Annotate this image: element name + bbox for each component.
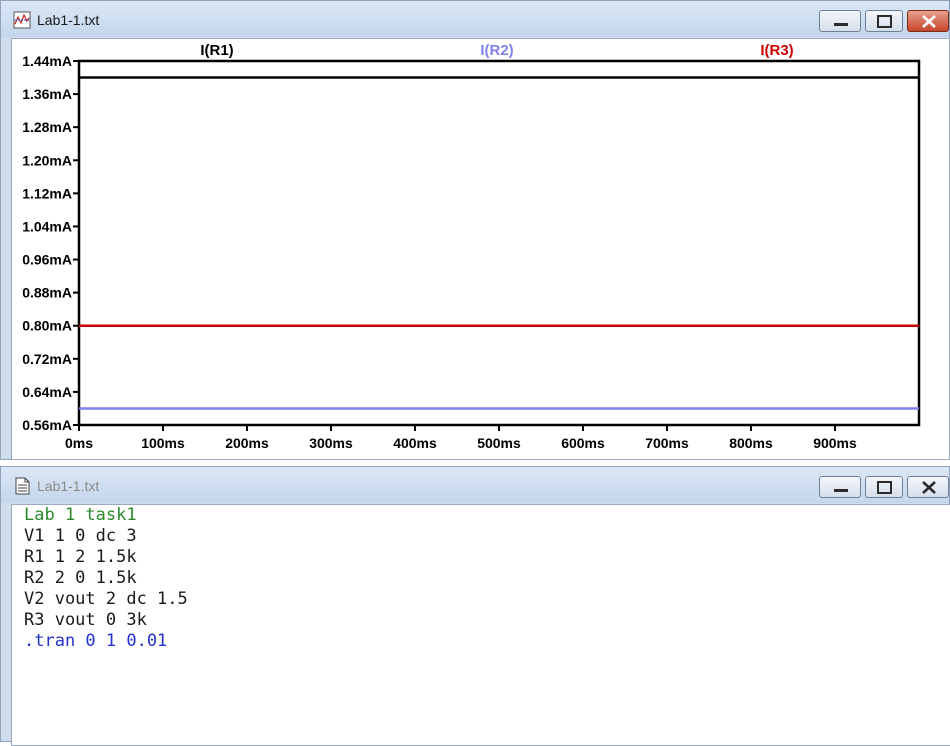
- maximize-button[interactable]: [865, 476, 903, 498]
- x-tick-label: 500ms: [477, 435, 521, 451]
- y-tick-label: 1.36mA: [22, 86, 72, 102]
- maximize-button[interactable]: [865, 10, 903, 32]
- netlist-window[interactable]: Lab1-1.txt Lab 1 task1 V1 1 0 dc 3 R1 1 …: [0, 466, 950, 746]
- netlist-line[interactable]: Lab 1 task1: [24, 505, 137, 526]
- y-tick-label: 0.72mA: [22, 351, 72, 367]
- plot-frame: [77, 59, 921, 427]
- netlist-line[interactable]: V2 vout 2 dc 1.5: [24, 589, 188, 610]
- netlist-editor[interactable]: Lab 1 task1 V1 1 0 dc 3 R1 1 2 1.5k R2 2…: [11, 504, 950, 746]
- x-tick-label: 400ms: [393, 435, 437, 451]
- minimize-button[interactable]: [819, 476, 861, 498]
- netlist-titlebar[interactable]: Lab1-1.txt: [1, 467, 949, 503]
- waveform-chart[interactable]: 1.44mA 1.36mA 1.28mA 1.20mA 1.12mA 1.04mA 0.96…: [12, 39, 949, 459]
- netlist-line[interactable]: R1 1 2 1.5k: [24, 547, 137, 568]
- waveform-window[interactable]: Lab1-1.txt 1.44mA 1.36mA 1.28mA 1.20mA 1.12m…: [0, 0, 950, 460]
- y-tick-label: 0.80mA: [22, 318, 72, 334]
- close-icon: [922, 481, 936, 494]
- netlist-line[interactable]: V1 1 0 dc 3: [24, 526, 137, 547]
- y-tick-label: 1.20mA: [22, 152, 72, 168]
- netlist-line[interactable]: R2 2 0 1.5k: [24, 568, 137, 589]
- minimize-button[interactable]: [819, 10, 861, 32]
- maximize-icon: [877, 15, 892, 28]
- y-tick-label: 1.28mA: [22, 119, 72, 135]
- y-tick-label: 0.96mA: [22, 252, 72, 268]
- minimize-icon: [834, 23, 848, 26]
- maximize-icon: [877, 481, 892, 494]
- waveform-plot-area[interactable]: 1.44mA 1.36mA 1.28mA 1.20mA 1.12mA 1.04mA 0.96…: [11, 38, 950, 460]
- x-tick-label: 600ms: [561, 435, 605, 451]
- legend-label[interactable]: I(R2): [480, 42, 513, 59]
- close-button[interactable]: [907, 10, 949, 32]
- y-tick-label: 1.04mA: [22, 218, 72, 234]
- x-tick-label: 0ms: [65, 435, 93, 451]
- netlist-line[interactable]: R3 vout 0 3k: [24, 610, 147, 631]
- waveform-window-title: Lab1-1.txt: [37, 12, 100, 28]
- minimize-icon: [834, 489, 848, 492]
- document-icon: [15, 477, 30, 495]
- y-tick-label: 1.44mA: [22, 53, 72, 69]
- x-tick-label: 900ms: [813, 435, 857, 451]
- x-tick-label: 200ms: [225, 435, 269, 451]
- close-button[interactable]: [907, 476, 949, 498]
- close-icon: [922, 15, 936, 28]
- x-tick-label: 700ms: [645, 435, 689, 451]
- legend-label[interactable]: I(R3): [760, 42, 793, 59]
- x-tick-label: 800ms: [729, 435, 773, 451]
- y-tick-label: 0.56mA: [22, 417, 72, 433]
- y-tick-label: 0.88mA: [22, 285, 72, 301]
- waveform-app-icon: [13, 11, 31, 29]
- netlist-line[interactable]: .tran 0 1 0.01: [24, 631, 167, 652]
- y-tick-label: 1.12mA: [22, 185, 72, 201]
- x-tick-label: 300ms: [309, 435, 353, 451]
- x-tick-label: 100ms: [141, 435, 185, 451]
- y-tick-label: 0.64mA: [22, 384, 72, 400]
- netlist-window-title: Lab1-1.txt: [37, 478, 100, 494]
- legend-label[interactable]: I(R1): [200, 42, 233, 59]
- waveform-titlebar[interactable]: Lab1-1.txt: [1, 1, 949, 37]
